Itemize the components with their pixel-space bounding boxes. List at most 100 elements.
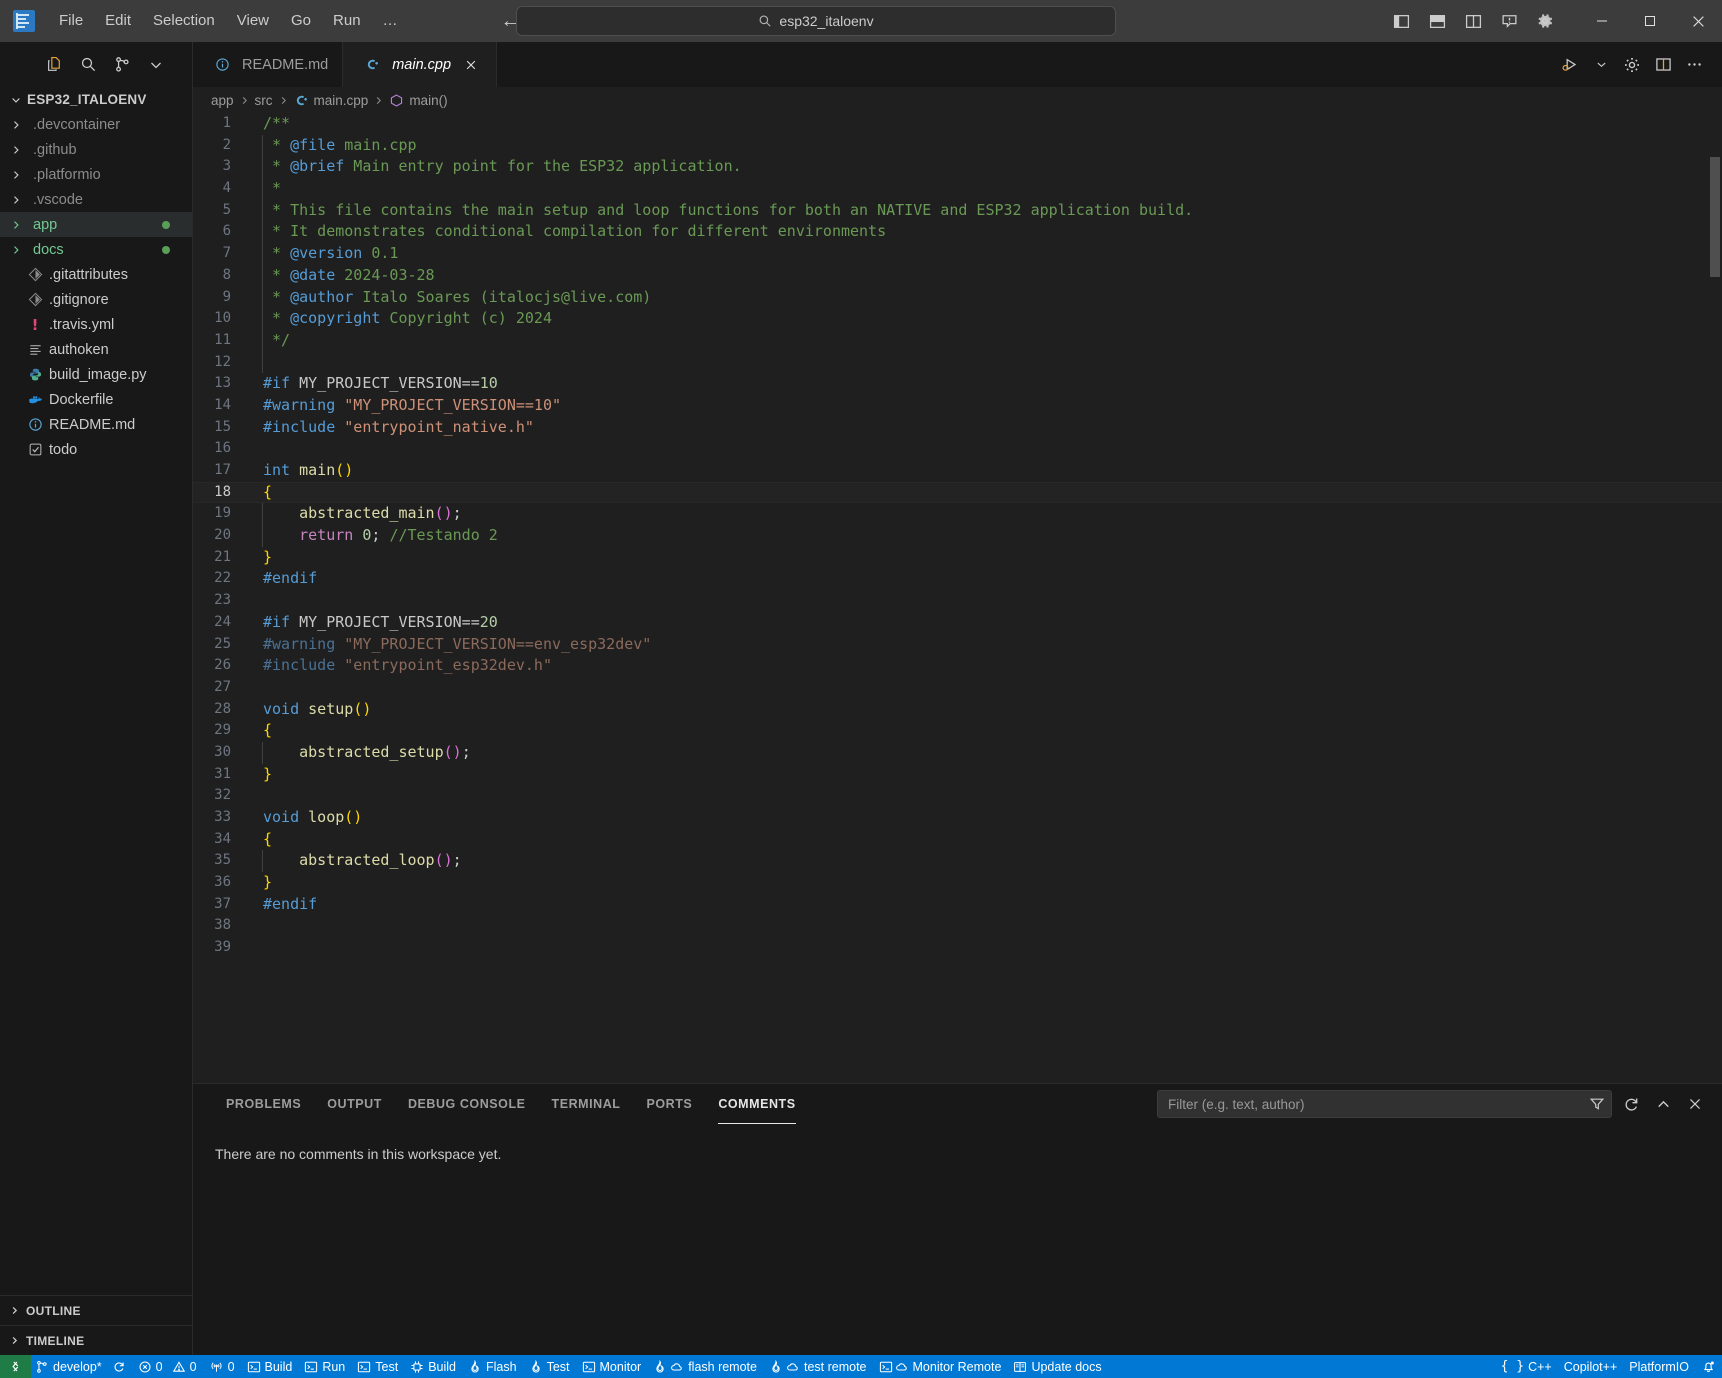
code-line[interactable]: 8 * @date 2024-03-28 xyxy=(193,264,1722,287)
status-ports[interactable]: 0 xyxy=(203,1355,241,1378)
code-line[interactable]: 3 * @brief Main entry point for the ESP3… xyxy=(193,156,1722,179)
editor-vertical-scrollbar[interactable] xyxy=(1708,113,1722,1083)
code-line[interactable]: 7 * @version 0.1 xyxy=(193,243,1722,265)
tree-item-todo[interactable]: todo xyxy=(0,437,192,462)
collapse-all-button[interactable] xyxy=(142,51,170,79)
tree-item-authoken[interactable]: authoken xyxy=(0,337,192,362)
code-line[interactable]: 6 * It demonstrates conditional compilat… xyxy=(193,221,1722,244)
status-item-copilot[interactable]: Copilot++ xyxy=(1558,1355,1624,1378)
tree-item-readme-md[interactable]: README.md xyxy=(0,412,192,437)
close-panel-button[interactable] xyxy=(1682,1091,1708,1117)
status-branch[interactable]: develop* xyxy=(31,1355,132,1378)
status-notifications[interactable] xyxy=(1695,1355,1722,1378)
breadcrumb[interactable]: app src main.cpp main() xyxy=(193,87,1722,113)
code-line[interactable]: 30 abstracted_setup(); xyxy=(193,741,1722,764)
code-line[interactable]: 4 * xyxy=(193,178,1722,200)
code-line[interactable]: 16 xyxy=(193,438,1722,460)
breadcrumb-item-src[interactable]: src xyxy=(255,93,273,108)
tree-item-build-image-py[interactable]: build_image.py xyxy=(0,362,192,387)
scrollbar-thumb[interactable] xyxy=(1710,157,1720,277)
status-item-platformio[interactable]: PlatformIO xyxy=(1623,1355,1695,1378)
editor-settings-button[interactable] xyxy=(1618,51,1646,79)
panel-tab-output[interactable]: OUTPUT xyxy=(314,1084,395,1124)
code-line[interactable]: 19 abstracted_main(); xyxy=(193,503,1722,526)
menu-item-[interactable]: … xyxy=(372,6,409,36)
code-content[interactable]: 1/** 2 * @file main.cpp 3 * @brief Main en… xyxy=(193,113,1722,959)
code-line[interactable]: 11 */ xyxy=(193,329,1722,352)
status-item-build[interactable]: Build xyxy=(241,1355,299,1378)
status-item-build[interactable]: Build xyxy=(404,1355,462,1378)
tree-item-travis-yml[interactable]: ! .travis.yml xyxy=(0,312,192,337)
editor-tab-main-cpp[interactable]: main.cpp xyxy=(343,42,498,87)
menu-item-view[interactable]: View xyxy=(226,6,280,36)
tree-item-dockerfile[interactable]: Dockerfile xyxy=(0,387,192,412)
toggle-panel-button[interactable] xyxy=(1420,4,1454,38)
code-line[interactable]: 35 abstracted_loop(); xyxy=(193,850,1722,873)
code-line[interactable]: 33 void loop() xyxy=(193,807,1722,829)
split-editor-button[interactable] xyxy=(1649,51,1677,79)
code-line[interactable]: 27 xyxy=(193,677,1722,699)
tree-item-vscode[interactable]: .vscode xyxy=(0,187,192,212)
code-line[interactable]: 17 int main() xyxy=(193,460,1722,482)
code-line[interactable]: 28 void setup() xyxy=(193,699,1722,721)
customize-layout-button[interactable] xyxy=(1492,4,1526,38)
code-line[interactable]: 34 { xyxy=(193,829,1722,851)
status-item-test[interactable]: Test xyxy=(351,1355,404,1378)
sync-icon[interactable] xyxy=(112,1360,126,1374)
sidebar-section-timeline[interactable]: TIMELINE xyxy=(0,1325,192,1355)
comments-filter-box[interactable] xyxy=(1157,1090,1612,1118)
status-item-update-docs[interactable]: Update docs xyxy=(1007,1355,1107,1378)
menu-item-selection[interactable]: Selection xyxy=(142,6,226,36)
status-item-monitor[interactable]: Monitor xyxy=(576,1355,648,1378)
panel-tab-comments[interactable]: COMMENTS xyxy=(705,1084,808,1124)
menu-item-edit[interactable]: Edit xyxy=(94,6,142,36)
code-line[interactable]: 9 * @author Italo Soares (italocjs@live.… xyxy=(193,286,1722,309)
refresh-comments-button[interactable] xyxy=(1618,1091,1644,1117)
panel-tab-problems[interactable]: PROBLEMS xyxy=(213,1084,314,1124)
code-line[interactable]: 10 * @copyright Copyright (c) 2024 xyxy=(193,308,1722,330)
code-editor[interactable]: 1/** 2 * @file main.cpp 3 * @brief Main en… xyxy=(193,113,1722,1083)
status-item-flash[interactable]: Flash xyxy=(462,1355,523,1378)
code-line[interactable]: 25 #warning "MY_PROJECT_VERSION==env_esp3… xyxy=(193,634,1722,656)
code-line[interactable]: 13 #if MY_PROJECT_VERSION==10 xyxy=(193,373,1722,395)
breadcrumb-item-main--[interactable]: main() xyxy=(389,93,448,108)
code-line[interactable]: 2 * @file main.cpp xyxy=(193,134,1722,157)
remote-indicator-button[interactable] xyxy=(0,1355,31,1378)
menu-item-go[interactable]: Go xyxy=(280,6,322,36)
tree-root-folder[interactable]: ESP32_ITALOENV xyxy=(0,87,192,112)
collapse-panel-button[interactable] xyxy=(1650,1091,1676,1117)
breadcrumb-item-app[interactable]: app xyxy=(211,93,234,108)
code-line[interactable]: 36} xyxy=(193,872,1722,894)
source-control-button[interactable] xyxy=(108,51,136,79)
code-line[interactable]: 38 xyxy=(193,915,1722,937)
run-or-debug-button[interactable] xyxy=(1556,51,1584,79)
code-line[interactable]: 1 /** xyxy=(193,113,1722,135)
command-center[interactable]: esp32_italoenv xyxy=(516,6,1116,36)
code-line[interactable]: 22 #endif xyxy=(193,568,1722,590)
code-line[interactable]: 21} xyxy=(193,547,1722,569)
code-line[interactable]: 24 #if MY_PROJECT_VERSION==20 xyxy=(193,612,1722,634)
code-line[interactable]: 15 #include "entrypoint_native.h" xyxy=(193,417,1722,439)
editor-tab-readme-md[interactable]: README.md xyxy=(193,42,344,87)
panel-tab-debug-console[interactable]: DEBUG CONSOLE xyxy=(395,1084,539,1124)
status-item-flash-remote[interactable]: flash remote xyxy=(647,1355,763,1378)
settings-gear-button[interactable] xyxy=(1528,4,1562,38)
comments-filter-input[interactable] xyxy=(1168,1096,1583,1112)
code-line[interactable]: 37 #endif xyxy=(193,894,1722,916)
panel-tab-terminal[interactable]: TERMINAL xyxy=(539,1084,634,1124)
tree-item-gitignore[interactable]: .gitignore xyxy=(0,287,192,312)
funnel-icon[interactable] xyxy=(1589,1096,1605,1112)
code-line[interactable]: 20 return 0; //Testando 2 xyxy=(193,525,1722,547)
code-line[interactable]: 23 xyxy=(193,590,1722,612)
run-options-dropdown[interactable] xyxy=(1587,51,1615,79)
code-line[interactable]: 39 xyxy=(193,937,1722,959)
new-file-button[interactable] xyxy=(40,51,68,79)
status-item-test-remote[interactable]: test remote xyxy=(763,1355,873,1378)
code-line[interactable]: 14 #warning "MY_PROJECT_VERSION==10" xyxy=(193,395,1722,417)
status-item-test[interactable]: Test xyxy=(523,1355,576,1378)
tree-item-gitattributes[interactable]: .gitattributes xyxy=(0,262,192,287)
code-line[interactable]: 29 { xyxy=(193,720,1722,742)
menu-item-run[interactable]: Run xyxy=(322,6,372,36)
code-line[interactable]: 18 { xyxy=(193,481,1722,504)
tree-item-devcontainer[interactable]: .devcontainer xyxy=(0,112,192,137)
